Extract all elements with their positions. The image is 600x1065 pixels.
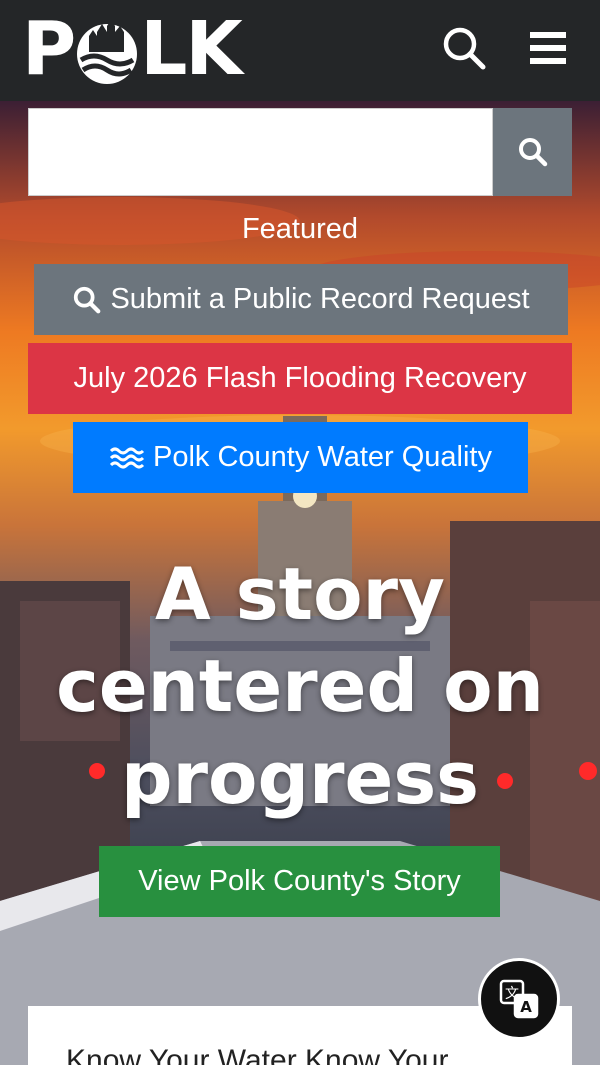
translate-icon: 文 A bbox=[499, 979, 539, 1019]
water-waves-icon bbox=[109, 445, 145, 471]
hero-headline: A story centered on progress bbox=[56, 552, 544, 820]
polk-logo[interactable]: P LK bbox=[22, 6, 243, 92]
hamburger-menu-icon[interactable] bbox=[524, 24, 572, 72]
water-quality-button[interactable]: Polk County Water Quality bbox=[73, 422, 528, 493]
button-label: Submit a Public Record Request bbox=[110, 283, 530, 315]
public-record-request-button[interactable]: Submit a Public Record Request bbox=[34, 264, 568, 335]
site-search-input[interactable] bbox=[28, 108, 493, 196]
view-story-button[interactable]: View Polk County's Story bbox=[99, 846, 500, 917]
button-label: Polk County Water Quality bbox=[153, 441, 492, 473]
featured-heading: Featured bbox=[241, 213, 359, 245]
logo-letter-p: P bbox=[22, 6, 76, 92]
search-icon bbox=[518, 138, 547, 167]
svg-text:A: A bbox=[520, 998, 532, 1016]
card-title: Know Your Water Know Your bbox=[66, 1044, 449, 1065]
translate-button[interactable]: 文 A bbox=[478, 958, 560, 1040]
logo-letters-lk: LK bbox=[140, 6, 242, 92]
search-icon bbox=[72, 285, 102, 315]
button-label: View Polk County's Story bbox=[138, 865, 461, 897]
site-header: P LK bbox=[0, 0, 600, 101]
search-icon[interactable] bbox=[440, 24, 488, 72]
skyline-wave-logo-icon bbox=[77, 20, 138, 84]
hero-section: Featured Submit a Public Record Request … bbox=[0, 101, 600, 1065]
site-search-button[interactable] bbox=[493, 108, 572, 196]
flash-flooding-recovery-button[interactable]: July 2026 Flash Flooding Recovery bbox=[28, 343, 572, 414]
button-label: July 2026 Flash Flooding Recovery bbox=[73, 362, 527, 394]
